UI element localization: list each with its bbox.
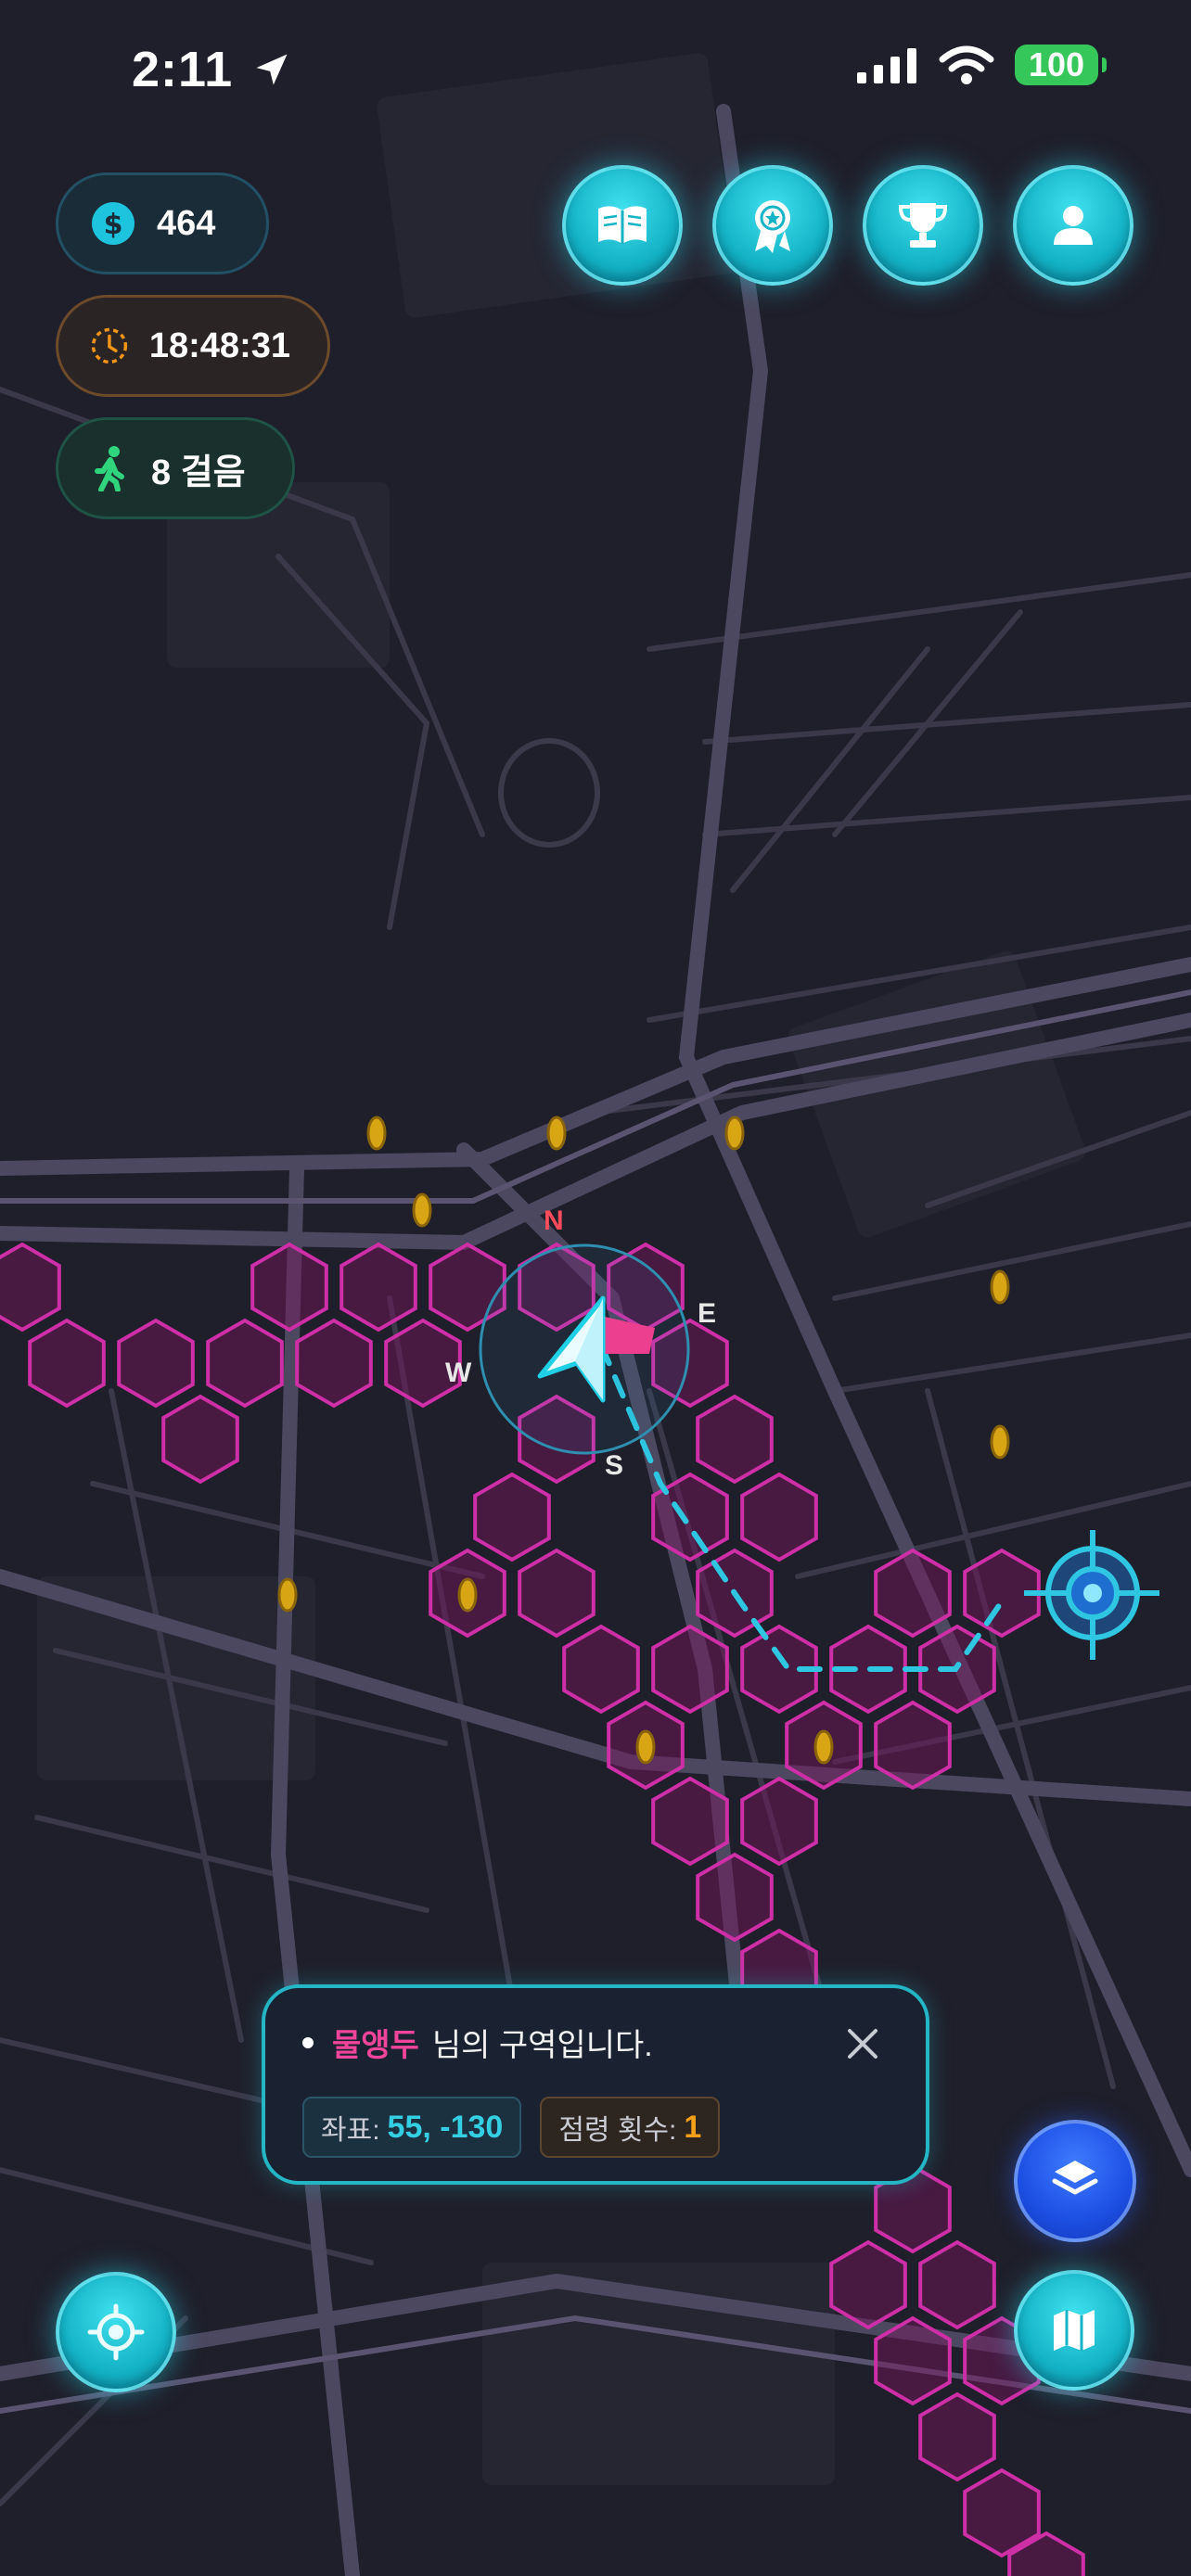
coin-marker[interactable]: [412, 1192, 432, 1228]
territory-hex[interactable]: [696, 1394, 774, 1485]
dollar-icon: $: [92, 202, 134, 245]
territory-hex[interactable]: [740, 1776, 818, 1867]
territory-hex[interactable]: [651, 1624, 729, 1715]
locate-me-button[interactable]: [56, 2272, 176, 2392]
coin-marker[interactable]: [813, 1729, 834, 1765]
map-icon: [1054, 2310, 1095, 2351]
territory-hex[interactable]: [918, 2239, 996, 2330]
territory-hex[interactable]: [696, 1852, 774, 1943]
territory-hex[interactable]: [117, 1318, 195, 1409]
coin-marker[interactable]: [366, 1116, 387, 1151]
layers-icon: [1052, 2161, 1098, 2195]
capture-count-label: 점령 횟수:: [558, 2115, 677, 2146]
profile-icon: [1054, 206, 1093, 245]
profile-button[interactable]: [1013, 165, 1133, 286]
compass-east: E: [698, 1298, 717, 1329]
svg-text:$: $: [104, 209, 123, 241]
coin-marker[interactable]: [635, 1729, 656, 1765]
status-time: 2:11: [132, 41, 292, 98]
coin-marker[interactable]: [546, 1116, 567, 1151]
location-arrow-icon: [256, 54, 288, 85]
coin-marker[interactable]: [990, 1424, 1010, 1460]
compass-south: S: [605, 1450, 624, 1481]
map-view-button[interactable]: [1014, 2270, 1134, 2391]
wifi-icon: [939, 45, 994, 84]
territory-hex[interactable]: [339, 1242, 417, 1333]
territory-hex[interactable]: [829, 2239, 907, 2330]
coin-balance: $ 464: [56, 172, 269, 274]
territory-hex[interactable]: [651, 1776, 729, 1867]
coordinate-label: 좌표:: [321, 2115, 380, 2146]
bullet-dot: [302, 2036, 314, 2048]
compass-west: W: [445, 1358, 472, 1388]
coin-marker[interactable]: [457, 1577, 478, 1613]
badges-button[interactable]: [712, 165, 833, 286]
coin-count: 464: [157, 203, 216, 243]
guide-button[interactable]: [562, 165, 683, 286]
capture-count-chip: 점령 횟수: 1: [540, 2097, 721, 2158]
book-icon: [598, 206, 647, 244]
battery-indicator: 100: [1015, 45, 1107, 85]
territory-hex[interactable]: [562, 1624, 640, 1715]
coordinate-chip: 좌표: 55, -130: [302, 2097, 522, 2158]
clock-icon: [91, 327, 128, 364]
territory-hex[interactable]: [206, 1318, 284, 1409]
territory-hex[interactable]: [740, 1472, 818, 1562]
coin-marker[interactable]: [990, 1269, 1010, 1305]
badge-icon: [755, 200, 790, 253]
step-count: 8 걸음: [56, 417, 295, 519]
walking-icon: [95, 446, 124, 491]
owner-name: 물앵두: [332, 2028, 419, 2063]
territory-hex[interactable]: [473, 1472, 551, 1562]
compass-north: N: [544, 1205, 564, 1236]
zone-info-popup: 물앵두 님의 구역입니다. 좌표: 55, -130 점령 횟수: 1: [262, 1984, 929, 2185]
territory-hex[interactable]: [518, 1548, 596, 1639]
coin-marker[interactable]: [277, 1577, 298, 1613]
owner-suffix: 님의 구역입니다.: [431, 2028, 653, 2063]
close-icon[interactable]: [846, 2027, 879, 2060]
layers-button[interactable]: [1014, 2120, 1136, 2242]
zone-owner-line: 물앵두 님의 구역입니다.: [302, 2020, 889, 2065]
territory-hex[interactable]: [295, 1318, 373, 1409]
territory-hex[interactable]: [874, 2315, 952, 2406]
territory-hex[interactable]: [250, 1242, 328, 1333]
coordinate-value: 55, -130: [387, 2109, 504, 2145]
coin-marker[interactable]: [724, 1116, 745, 1151]
signal-icon: [857, 48, 916, 83]
timer-value: 18:48:31: [148, 325, 290, 365]
territory-hex[interactable]: [918, 2391, 996, 2482]
territory-hex[interactable]: [28, 1318, 106, 1409]
crosshair-icon: [87, 2303, 145, 2361]
territory-hex[interactable]: [874, 1548, 952, 1639]
step-value: 8 걸음: [151, 453, 246, 492]
trophy-icon: [898, 203, 948, 248]
territory-hex[interactable]: [161, 1394, 239, 1485]
territory-hex[interactable]: [874, 1700, 952, 1791]
timer: 18:48:31: [56, 295, 330, 397]
leaderboard-button[interactable]: [863, 165, 983, 286]
capture-count-value: 1: [684, 2109, 702, 2145]
